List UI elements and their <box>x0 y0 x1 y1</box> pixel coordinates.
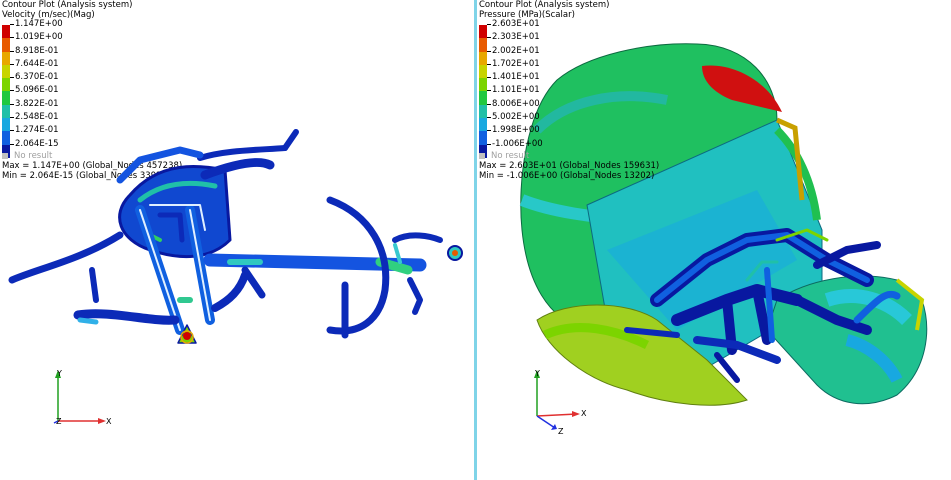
legend-label: 2.603E+01 <box>492 19 540 29</box>
legend-label: 1.401E+01 <box>492 72 540 83</box>
legend-tick <box>487 90 491 92</box>
legend-swatch <box>479 51 487 65</box>
left-axis-x-label: X <box>106 417 112 426</box>
legend-tick <box>487 24 491 25</box>
legend-swatch <box>479 38 487 52</box>
legend-tick <box>487 143 491 145</box>
right-axis-triad: Y X Z <box>534 369 587 436</box>
legend-tick <box>487 117 491 119</box>
legend-swatch <box>479 104 487 119</box>
right-max-label: Max = 2.603E+01 (Global_Nodes 159631) <box>479 161 660 171</box>
right-legend: 2.603E+01 2.303E+01 2.002E+01 1.702E+01 1.40… <box>479 19 639 158</box>
legend-swatch <box>479 25 487 39</box>
left-axis-z-label: Z <box>56 417 62 426</box>
legend-tick <box>487 77 491 79</box>
legend-tick <box>487 37 491 39</box>
right-axis-x-label: X <box>581 409 587 418</box>
legend-tick <box>487 63 491 65</box>
right-axis-z-label: Z <box>558 427 564 436</box>
legend-swatch <box>479 64 487 79</box>
legend-label: 8.006E+00 <box>492 98 540 109</box>
legend-swatch <box>479 91 487 105</box>
legend-label: 1.101E+01 <box>492 85 540 96</box>
left-axis-triad: Y Z X <box>53 369 112 426</box>
legend-swatch <box>479 118 487 132</box>
legend-swatch <box>479 78 487 92</box>
legend-tick <box>487 103 491 105</box>
legend-label: 1.998E+00 <box>492 125 540 136</box>
left-viewport[interactable]: Contour Plot (Analysis system) Velocity … <box>0 0 474 480</box>
right-no-result: No result <box>479 151 529 161</box>
right-plot-title: Contour Plot (Analysis system) Pressure … <box>479 0 609 20</box>
legend-tick <box>487 130 491 132</box>
legend-swatch <box>479 131 487 145</box>
right-title-line: Contour Plot (Analysis system) <box>479 0 610 10</box>
legend-label: -1.006E+00 <box>492 138 543 149</box>
right-axis-y-label: Y <box>534 369 540 378</box>
no-result-swatch <box>479 152 485 159</box>
legend-label: 2.002E+01 <box>492 45 540 56</box>
legend-label: 2.303E+01 <box>492 32 540 43</box>
legend-tick <box>487 50 491 52</box>
left-axis-y-label: Y <box>56 369 62 378</box>
legend-label: 5.002E+00 <box>492 112 540 123</box>
legend-label: 1.702E+01 <box>492 58 540 69</box>
right-viewport[interactable]: Contour Plot (Analysis system) Pressure … <box>477 0 951 480</box>
right-min-label: Min = -1.006E+00 (Global_Nodes 13202) <box>479 171 655 181</box>
right-no-result-label: No result <box>491 151 530 161</box>
